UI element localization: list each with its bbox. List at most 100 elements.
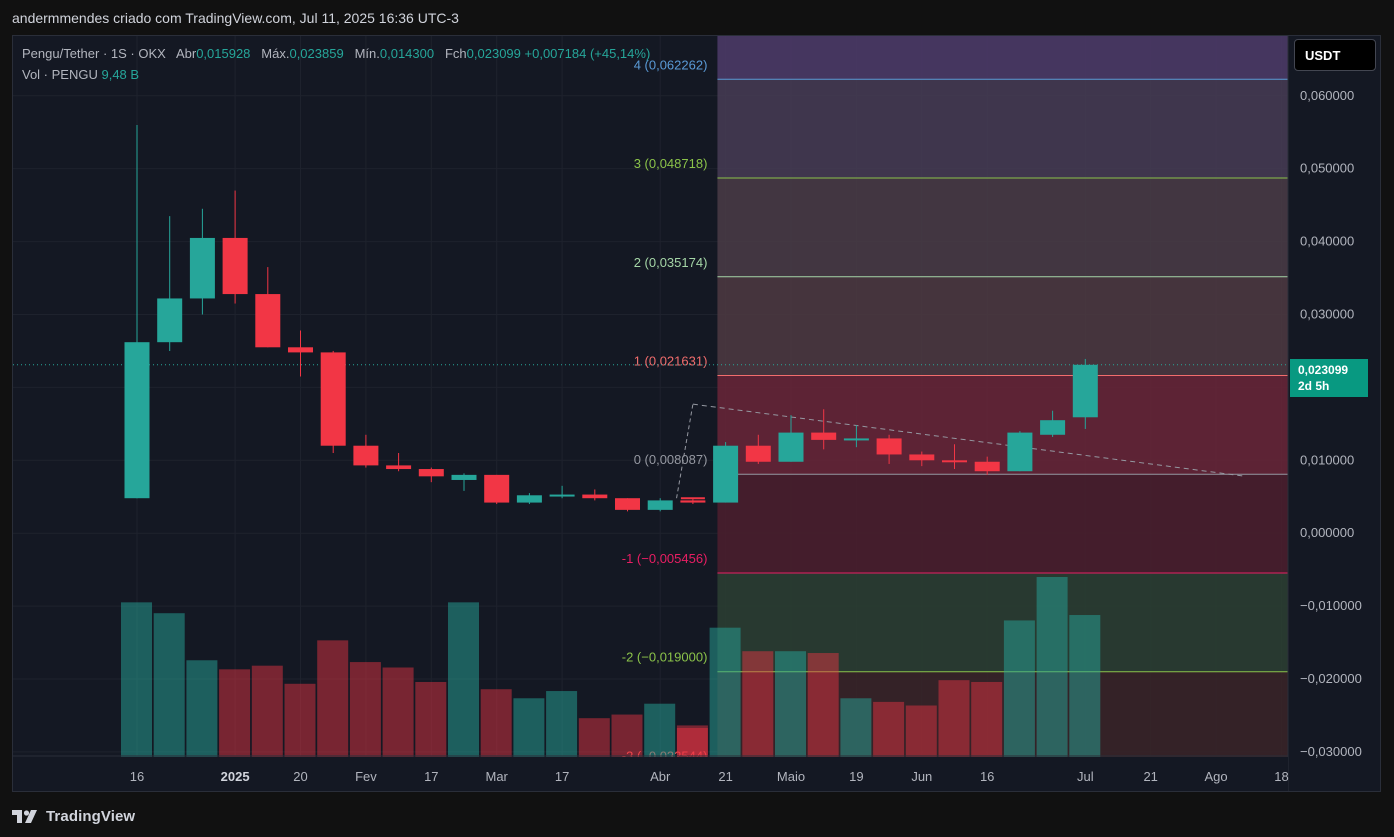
y-tick-label: 0,000000 (1300, 525, 1354, 540)
snapshot-title: andermmendes criado com TradingView.com,… (12, 10, 459, 26)
candle-body (778, 432, 804, 462)
volume-bar (251, 665, 283, 758)
low-label: Mín. (354, 46, 380, 61)
volume-bar (219, 669, 251, 758)
x-tick-label: Ago (1205, 769, 1228, 784)
ohlc-legend: Pengu/Tether · 1S · OKX Abr0,015928 Máx.… (22, 46, 650, 61)
volume-bar (1003, 620, 1035, 758)
candle-body (680, 500, 706, 503)
x-tick-label: 16 (980, 769, 994, 784)
x-tick-label: 21 (718, 769, 732, 784)
volume-bar (775, 651, 806, 758)
fib-level-label: 3 (0,048718) (634, 156, 708, 171)
candle-body (843, 438, 869, 441)
fib-zone-top (717, 36, 1288, 80)
x-tick-label: 17 (424, 769, 438, 784)
chart-canvas[interactable]: 4 (0,062262)3 (0,048718)2 (0,035174)1 (0… (13, 36, 1380, 791)
candle-body (615, 498, 640, 510)
volume-bar (1036, 577, 1068, 758)
volume-bar (284, 683, 316, 758)
candle-body (386, 465, 412, 470)
candle-body (647, 500, 673, 510)
volume-bar (349, 662, 381, 758)
candle-body (974, 461, 1000, 472)
low-value: 0,014300 (379, 46, 435, 61)
last-price-tag: 0,023099 2d 5h (1290, 359, 1368, 397)
candle-body (942, 460, 967, 463)
volume-bar (121, 602, 152, 758)
x-tick-label: Fev (355, 769, 377, 784)
candle-body (288, 347, 313, 353)
x-tick-label: 21 (1143, 769, 1157, 784)
volume-bar (840, 698, 872, 758)
candle-body (124, 342, 150, 499)
candle-body (189, 237, 215, 299)
footer-brand[interactable]: TradingView (46, 808, 135, 825)
volume-bar (546, 691, 578, 758)
candle-body (353, 445, 379, 466)
open-value: 0,015928 (196, 46, 251, 61)
candle-body (549, 494, 575, 497)
candle-body (582, 494, 608, 499)
high-label: Máx. (261, 46, 290, 61)
volume-bar (938, 680, 970, 758)
fib-zone (717, 276, 1288, 376)
x-tick-label: Maio (777, 769, 805, 784)
volume-bar (905, 705, 937, 758)
last-price-value: 0,023099 (1298, 363, 1349, 377)
x-tick-label: 19 (849, 769, 863, 784)
volume-bar (611, 714, 643, 758)
candle-body (516, 495, 542, 503)
top-bar: andermmendes criado com TradingView.com,… (0, 0, 1394, 36)
y-tick-label: −0,020000 (1300, 671, 1362, 686)
volume-legend: Vol · PENGU 9,48 B (22, 67, 139, 82)
candle-body (222, 237, 248, 295)
close-value: 0,023099 (466, 46, 521, 61)
x-tick-label: 2025 (221, 769, 250, 784)
footer: TradingView (12, 806, 135, 826)
volume-bar (807, 653, 839, 758)
open-label: Abr (175, 46, 197, 61)
candle-body (745, 445, 771, 462)
y-tick-label: 0,010000 (1300, 452, 1354, 467)
y-tick-label: −0,010000 (1300, 598, 1362, 613)
volume-bar (709, 627, 741, 758)
candle-body (157, 298, 183, 343)
close-label: Fch (444, 46, 467, 61)
x-tick-label: Jun (911, 769, 932, 784)
fib-zone (717, 178, 1288, 277)
candle-body (811, 432, 837, 440)
volume-bar (186, 660, 218, 758)
volume-bar (676, 728, 708, 758)
x-tick-label: 16 (130, 769, 144, 784)
volume-bar (415, 681, 447, 758)
fib-level-label: -1 (−0,005456) (622, 551, 708, 566)
candle-body (451, 474, 477, 480)
fib-zone (717, 79, 1288, 179)
projection-line (676, 404, 694, 499)
volume-bar (742, 651, 774, 758)
x-tick-label: Jul (1077, 769, 1094, 784)
fib-zone (717, 474, 1288, 573)
high-value: 0,023859 (289, 46, 344, 61)
fib-level-label: -2 (−0,019000) (622, 650, 708, 665)
x-tick-label: Mar (486, 769, 509, 784)
candle-body (255, 294, 281, 348)
currency-button[interactable]: USDT (1294, 39, 1376, 71)
chart-frame[interactable]: 4 (0,062262) 3 (0,048718) 2 (0,035174) 1 (0… (12, 35, 1381, 792)
y-tick-label: 0,030000 (1300, 306, 1354, 321)
fib-level-label: 1 (0,021631) (634, 354, 708, 369)
candle-body (1040, 420, 1066, 435)
volume-bar (578, 718, 610, 758)
candle-body (1007, 432, 1033, 472)
volume-bar (513, 698, 545, 758)
x-tick-label: 17 (555, 769, 569, 784)
y-tick-label: −0,030000 (1300, 744, 1362, 759)
y-tick-label: 0,060000 (1300, 88, 1354, 103)
x-tick-label: 20 (293, 769, 307, 784)
volume-value: 9,48 B (101, 67, 140, 82)
x-tick-label: Abr (650, 769, 671, 784)
volume-bar (480, 689, 512, 758)
symbol-label[interactable]: Pengu/Tether · 1S · OKX (22, 46, 166, 61)
volume-label[interactable]: Vol · PENGU (22, 67, 98, 82)
